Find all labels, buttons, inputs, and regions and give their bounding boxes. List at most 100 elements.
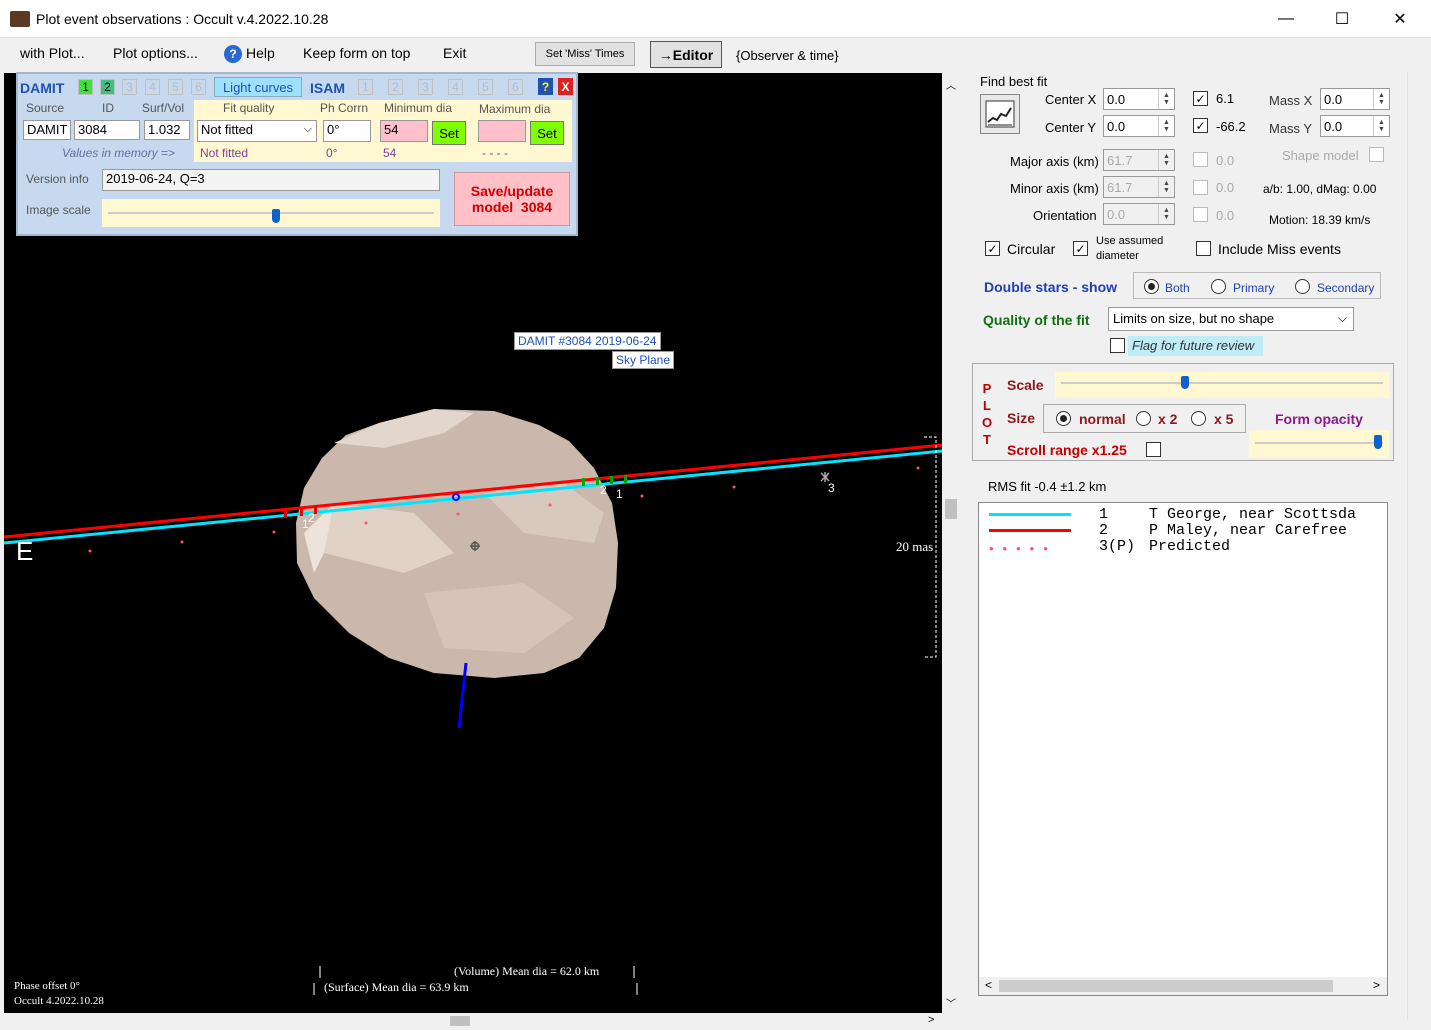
center-x-input[interactable]: 0.0 ▲ ▼ bbox=[1103, 88, 1175, 110]
hscroll-right-arrow[interactable]: > bbox=[928, 1014, 934, 1026]
window-vertical-scrollbar[interactable] bbox=[1407, 72, 1425, 1020]
damit-label: DAMIT bbox=[20, 80, 65, 96]
version-info-field[interactable]: 2019-06-24, Q=3 bbox=[102, 169, 440, 191]
isam-model-2[interactable]: 2 bbox=[388, 79, 403, 95]
damit-model-1[interactable]: 1 bbox=[78, 79, 93, 95]
find-best-fit-button[interactable] bbox=[980, 94, 1020, 134]
spin-arrows[interactable]: ▲ ▼ bbox=[1373, 89, 1389, 109]
hscroll-left-arrow[interactable]: < bbox=[985, 978, 992, 992]
damit-model-6[interactable]: 6 bbox=[191, 79, 206, 95]
secondary-label: Secondary bbox=[1317, 281, 1375, 295]
major-axis-check-value: 0.0 bbox=[1216, 153, 1235, 168]
phase-offset: Phase offset 0° bbox=[14, 980, 80, 992]
spin-arrows[interactable]: ▲ ▼ bbox=[1373, 116, 1389, 136]
maximize-button[interactable]: ☐ bbox=[1313, 0, 1371, 38]
damit-model-2[interactable]: 2 bbox=[100, 79, 115, 95]
menu-help[interactable]: Help bbox=[246, 45, 275, 61]
min-set-button[interactable]: Set bbox=[432, 121, 466, 145]
spin-arrows[interactable]: ▲ ▼ bbox=[1158, 150, 1174, 170]
maximum-dia-field[interactable] bbox=[478, 120, 526, 142]
both-radio[interactable] bbox=[1144, 279, 1159, 294]
minimum-dia-field[interactable]: 54 bbox=[380, 120, 428, 142]
plot-scale-slider[interactable] bbox=[1055, 372, 1389, 398]
scroll-range-checkbox[interactable] bbox=[1146, 442, 1161, 457]
menu-keep-on-top[interactable]: Keep form on top bbox=[303, 45, 410, 61]
hscroll-thumb[interactable] bbox=[450, 1016, 470, 1026]
hscroll-thumb[interactable] bbox=[999, 980, 1333, 992]
observer-legend[interactable]: 1 T George, near Scottsda 2 P Maley, nea… bbox=[978, 502, 1388, 996]
shape-model-checkbox[interactable] bbox=[1369, 147, 1384, 162]
quality-of-fit-select[interactable]: Limits on size, but no shape ⌵ bbox=[1108, 307, 1354, 331]
damit-close-button[interactable]: X bbox=[558, 78, 573, 95]
source-field[interactable]: DAMIT bbox=[23, 120, 71, 140]
save-update-model-button[interactable]: Save/update model 3084 bbox=[454, 172, 570, 226]
isam-model-3[interactable]: 3 bbox=[418, 79, 433, 95]
scroll-down-arrow[interactable]: ﹀ bbox=[946, 995, 956, 1010]
scroll-up-arrow[interactable]: ︿ bbox=[946, 77, 956, 92]
ph-corrn-field[interactable]: 0° bbox=[323, 120, 371, 142]
center-y-checkbox[interactable]: ✓ bbox=[1193, 118, 1208, 133]
damit-model-5[interactable]: 5 bbox=[168, 79, 183, 95]
include-miss-checkbox[interactable] bbox=[1196, 241, 1211, 256]
help-icon[interactable]: ? bbox=[224, 45, 242, 63]
id-field[interactable]: 3084 bbox=[74, 120, 140, 140]
hscroll-right-arrow[interactable]: > bbox=[1373, 978, 1380, 992]
slider-thumb[interactable] bbox=[272, 209, 280, 223]
assumed-diameter-checkbox[interactable]: ✓ bbox=[1073, 241, 1088, 256]
plot-horizontal-scrollbar[interactable]: > bbox=[4, 1013, 942, 1029]
slider-thumb[interactable] bbox=[1181, 376, 1189, 389]
isam-model-4[interactable]: 4 bbox=[448, 79, 463, 95]
plot-letter-l: L bbox=[983, 398, 991, 413]
damit-model-4[interactable]: 4 bbox=[145, 79, 160, 95]
center-y-input[interactable]: 0.0 ▲ ▼ bbox=[1103, 115, 1175, 137]
primary-radio[interactable] bbox=[1211, 279, 1226, 294]
max-set-button[interactable]: Set bbox=[530, 121, 564, 145]
menu-plot-options[interactable]: Plot options... bbox=[113, 45, 198, 61]
set-miss-times-button[interactable]: Set 'Miss' Times bbox=[535, 42, 635, 66]
menu-exit[interactable]: Exit bbox=[443, 45, 466, 61]
spin-arrows[interactable]: ▲ ▼ bbox=[1158, 89, 1174, 109]
minimize-button[interactable]: — bbox=[1257, 0, 1315, 38]
size-normal-radio[interactable] bbox=[1056, 411, 1071, 426]
image-scale-slider[interactable] bbox=[102, 199, 440, 227]
isam-model-1[interactable]: 1 bbox=[358, 79, 373, 95]
isam-model-5[interactable]: 5 bbox=[478, 79, 493, 95]
fit-quality-label: Fit quality bbox=[223, 101, 275, 115]
flag-review-label: Flag for future review bbox=[1128, 336, 1263, 356]
flag-review-checkbox[interactable] bbox=[1110, 338, 1125, 353]
secondary-radio[interactable] bbox=[1295, 279, 1310, 294]
isam-model-6[interactable]: 6 bbox=[508, 79, 523, 95]
mass-x-input[interactable]: 0.0 ▲ ▼ bbox=[1320, 88, 1390, 110]
plot-vertical-scrollbar[interactable]: ︿ ﹀ bbox=[942, 73, 960, 1013]
spin-arrows[interactable]: ▲ ▼ bbox=[1158, 177, 1174, 197]
surf-vol-field[interactable]: 1.032 bbox=[144, 120, 190, 140]
size-x2-radio[interactable] bbox=[1136, 411, 1151, 426]
major-axis-input[interactable]: 61.7 ▲ ▼ bbox=[1103, 149, 1175, 171]
slider-thumb[interactable] bbox=[1374, 435, 1382, 449]
minor-axis-checkbox[interactable] bbox=[1193, 180, 1208, 195]
size-x5-radio[interactable] bbox=[1191, 411, 1206, 426]
major-axis-checkbox[interactable] bbox=[1193, 152, 1208, 167]
observer-time-button[interactable]: {Observer & time} bbox=[736, 48, 839, 63]
scroll-thumb[interactable] bbox=[945, 499, 957, 519]
damit-model-3[interactable]: 3 bbox=[122, 79, 137, 95]
minor-axis-input[interactable]: 61.7 ▲ ▼ bbox=[1103, 176, 1175, 198]
editor-button[interactable]: →Editor bbox=[650, 41, 722, 68]
orientation-input[interactable]: 0.0 ▲ ▼ bbox=[1103, 203, 1175, 225]
legend-row: ••••• 3(P) Predicted bbox=[987, 538, 1387, 556]
circular-checkbox[interactable]: ✓ bbox=[985, 241, 1000, 256]
fit-quality-select[interactable]: Not fitted ⌵ bbox=[197, 120, 317, 142]
menu-with-plot[interactable]: with Plot... bbox=[20, 45, 85, 61]
legend-horizontal-scrollbar[interactable]: < > bbox=[979, 977, 1387, 995]
spin-arrows[interactable]: ▲ ▼ bbox=[1158, 204, 1174, 224]
orientation-checkbox[interactable] bbox=[1193, 207, 1208, 222]
damit-help-button[interactable]: ? bbox=[538, 78, 553, 95]
chord-label-right-1: 1 bbox=[616, 487, 623, 501]
close-button[interactable]: ✕ bbox=[1371, 0, 1429, 38]
mass-y-input[interactable]: 0.0 ▲ ▼ bbox=[1320, 115, 1390, 137]
form-opacity-slider[interactable] bbox=[1249, 430, 1389, 458]
light-curves-button[interactable]: Light curves bbox=[214, 77, 302, 97]
center-x-checkbox[interactable]: ✓ bbox=[1193, 91, 1208, 106]
spin-arrows[interactable]: ▲ ▼ bbox=[1158, 116, 1174, 136]
volume-mean-dia: (Volume) Mean dia = 62.0 km bbox=[454, 964, 600, 978]
